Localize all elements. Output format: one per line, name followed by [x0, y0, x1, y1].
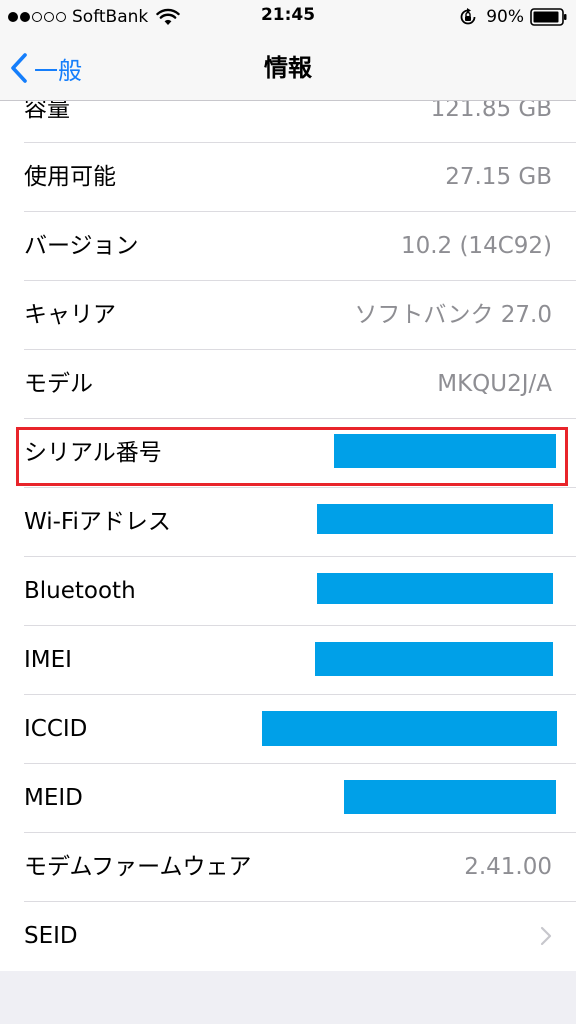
row-meid: MEID [24, 764, 576, 833]
row-carrier: キャリア ソフトバンク 27.0 [24, 281, 576, 350]
row-label: SEID [24, 923, 78, 949]
redaction-block [344, 780, 556, 814]
row-value: MKQU2J/A [437, 371, 552, 397]
row-label: Bluetooth [24, 578, 136, 604]
row-label: ICCID [24, 716, 88, 742]
row-seid[interactable]: SEID [24, 902, 576, 971]
navigation-bar: 一般 情報 [0, 36, 576, 101]
redaction-block [315, 642, 553, 676]
row-label: モデムファームウェア [24, 854, 252, 880]
redaction-block [262, 711, 557, 746]
row-label: Wi-Fiアドレス [24, 509, 171, 535]
row-label: MEID [24, 785, 83, 811]
row-wifi-address: Wi-Fiアドレス [24, 488, 576, 557]
row-label: モデル [24, 371, 93, 397]
row-model: モデル MKQU2J/A [24, 350, 576, 419]
row-imei: IMEI [24, 626, 576, 695]
row-value: 10.2 (14C92) [400, 233, 552, 259]
row-label: バージョン [24, 233, 139, 259]
row-label: キャリア [24, 302, 116, 328]
row-iccid: ICCID [24, 695, 576, 764]
row-value: 27.15 GB [445, 164, 552, 190]
battery-icon [530, 8, 567, 26]
row-available: 使用可能 27.15 GB [24, 143, 576, 212]
row-label: 使用可能 [24, 164, 116, 190]
row-value: ソフトバンク 27.0 [354, 302, 552, 328]
battery-percentage: 90% [486, 7, 524, 27]
rotation-lock-icon [460, 8, 476, 25]
page-title: 情報 [264, 54, 312, 82]
status-bar: SoftBank 21:45 90% [0, 0, 576, 36]
redaction-block [317, 504, 553, 534]
row-modem-firmware: モデムファームウェア 2.41.00 [24, 833, 576, 902]
row-value: 2.41.00 [464, 854, 552, 880]
highlight-annotation [16, 427, 568, 486]
row-version: バージョン 10.2 (14C92) [24, 212, 576, 281]
chevron-right-icon [540, 926, 552, 946]
row-bluetooth: Bluetooth [24, 557, 576, 626]
redaction-block [317, 573, 553, 604]
about-list: 容量 121.85 GB 使用可能 27.15 GB バージョン 10.2 (1… [0, 75, 576, 971]
row-label: IMEI [24, 647, 72, 673]
